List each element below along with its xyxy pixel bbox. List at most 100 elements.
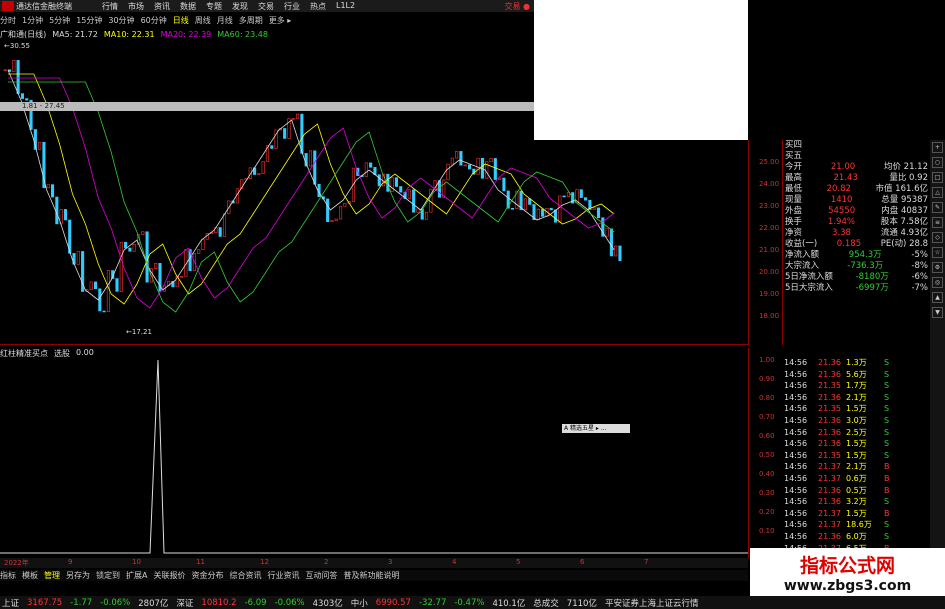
candle (502, 177, 506, 192)
indicator-chart[interactable] (0, 358, 748, 556)
toolbar-icon[interactable]: ▲ (932, 292, 943, 303)
tick-row: 14:56 21.37 1.5万 B (782, 508, 930, 520)
candle (596, 207, 601, 219)
bottom-tab[interactable]: 管理 (44, 570, 60, 581)
period-tab[interactable]: 更多 ▸ (269, 15, 292, 26)
bottom-tab[interactable]: 指标 (0, 570, 16, 581)
popup-menu[interactable]: A 精选五星 ▸ ... (562, 424, 630, 433)
candle (399, 186, 403, 193)
menu-item[interactable]: L1L2 (336, 1, 355, 12)
menu-item[interactable]: 行情 (102, 1, 118, 12)
price-tick: 19.00 (759, 290, 780, 298)
period-tab[interactable]: 分时 (0, 15, 16, 26)
watermark-url: www.zbgs3.com (783, 577, 912, 594)
menu-item[interactable]: 行业 (284, 1, 300, 12)
status-item: -0.47% (454, 597, 485, 608)
app-title: 通达信金融终端 (16, 1, 72, 11)
candle (154, 263, 158, 269)
bottom-tab[interactable]: 锁定到 (96, 570, 120, 581)
tick-side: S (884, 427, 890, 437)
date-tick: 9 (68, 558, 73, 566)
toolbar-icon[interactable]: □ (932, 172, 943, 183)
period-tab[interactable]: 15分钟 (76, 15, 102, 26)
period-tab[interactable]: 月线 (217, 15, 233, 26)
toolbar-icon[interactable]: ○ (932, 157, 943, 168)
status-item: 4303亿 (312, 598, 343, 609)
tick-price: 21.36 (818, 415, 841, 425)
toolbar-icon[interactable]: ☆ (932, 247, 943, 258)
tick-row: 14:56 21.36 3.0万 S (782, 415, 930, 427)
tick-time: 14:56 (784, 392, 808, 402)
bottom-tab[interactable]: 另存为 (66, 570, 90, 581)
candle (296, 113, 300, 119)
menu-item[interactable]: 数据 (180, 1, 196, 12)
stock-name[interactable]: 广和通(日线) (0, 29, 46, 40)
menu-item[interactable]: 发现 (232, 1, 248, 12)
toolbar-icon[interactable]: ✎ (932, 202, 943, 213)
toolbar-icon[interactable]: ▼ (932, 307, 943, 318)
candle (89, 281, 93, 290)
period-tab[interactable]: 60分钟 (141, 15, 167, 26)
candle (102, 310, 106, 313)
candle (343, 203, 347, 207)
quote-row: 大宗流入 -736.3万 -8% (783, 261, 930, 272)
period-tab[interactable]: 周线 (195, 15, 211, 26)
menu-item[interactable]: 热点 (310, 1, 326, 12)
status-item: 2807亿 (138, 598, 169, 609)
tick-row: 14:56 21.37 0.6万 B (782, 473, 930, 485)
quote-value: -736.3万 (847, 261, 884, 271)
status-item: 410.1亿 (492, 598, 526, 609)
toolbar-icon[interactable]: ◇ (932, 232, 943, 243)
trade-button[interactable]: 交易 ● (504, 1, 530, 12)
candle (261, 161, 265, 174)
tick-row: 14:56 21.37 18.6万 S (782, 519, 930, 531)
tick-time: 14:56 (784, 462, 808, 472)
toolbar-icon[interactable]: ◎ (932, 277, 943, 288)
menu-item[interactable]: 资讯 (154, 1, 170, 12)
bottom-tab[interactable]: 互动问答 (305, 570, 337, 581)
tick-time: 14:56 (784, 427, 808, 437)
candle (42, 141, 46, 189)
period-tab[interactable]: 30分钟 (108, 15, 134, 26)
tick-row: 14:56 21.35 1.7万 S (782, 380, 930, 392)
period-tab[interactable]: 1分钟 (22, 15, 43, 26)
bottom-tab[interactable]: 普及新功能说明 (343, 570, 399, 581)
candle (489, 158, 493, 163)
quote-label: 买五 (785, 151, 803, 161)
candle (106, 270, 110, 313)
status-item: -0.06% (274, 597, 305, 608)
candle (618, 245, 622, 262)
kline-chart[interactable]: ←30.55 ←17.21 (0, 40, 748, 345)
price-tick: 25.00 (759, 158, 780, 166)
candle (394, 177, 398, 187)
indicator-tick: 0.50 (759, 451, 775, 459)
indicator-tick: 0.40 (759, 470, 775, 478)
period-tab[interactable]: 5分钟 (49, 15, 70, 26)
period-tab[interactable]: 日线 (173, 15, 189, 26)
bottom-tab[interactable]: 资金分布 (191, 570, 223, 581)
menu-item[interactable]: 专题 (206, 1, 222, 12)
candle (330, 220, 334, 223)
candle (407, 189, 411, 199)
tick-row: 14:56 21.35 1.5万 S (782, 450, 930, 462)
quote-row: 现量 1410 总量 95387 (783, 195, 930, 206)
menu-item[interactable]: 交易 (258, 1, 274, 12)
candle (98, 288, 102, 312)
bottom-tab[interactable]: 关联报价 (153, 570, 185, 581)
candle (128, 247, 132, 252)
quote-row: 5日大宗流入 -6997万 -7% (783, 283, 930, 294)
candle (16, 60, 20, 94)
period-tab[interactable]: 多周期 (239, 15, 263, 26)
menu-item[interactable]: 市场 (128, 1, 144, 12)
bottom-tab[interactable]: 扩展A (126, 570, 147, 581)
candle (201, 238, 205, 250)
bottom-tab[interactable]: 行业资讯 (267, 570, 299, 581)
bottom-tab[interactable]: 模板 (22, 570, 38, 581)
toolbar-icon[interactable]: + (932, 142, 943, 153)
bottom-tab[interactable]: 综合资讯 (229, 570, 261, 581)
toolbar-icon[interactable]: △ (932, 187, 943, 198)
ma-legend: 广和通(日线) MA5: 21.72 MA10: 22.31 MA20: 22.… (0, 28, 268, 40)
toolbar-icon[interactable]: ≡ (932, 217, 943, 228)
toolbar-icon[interactable]: ⚙ (932, 262, 943, 273)
tick-price: 21.36 (818, 369, 841, 379)
